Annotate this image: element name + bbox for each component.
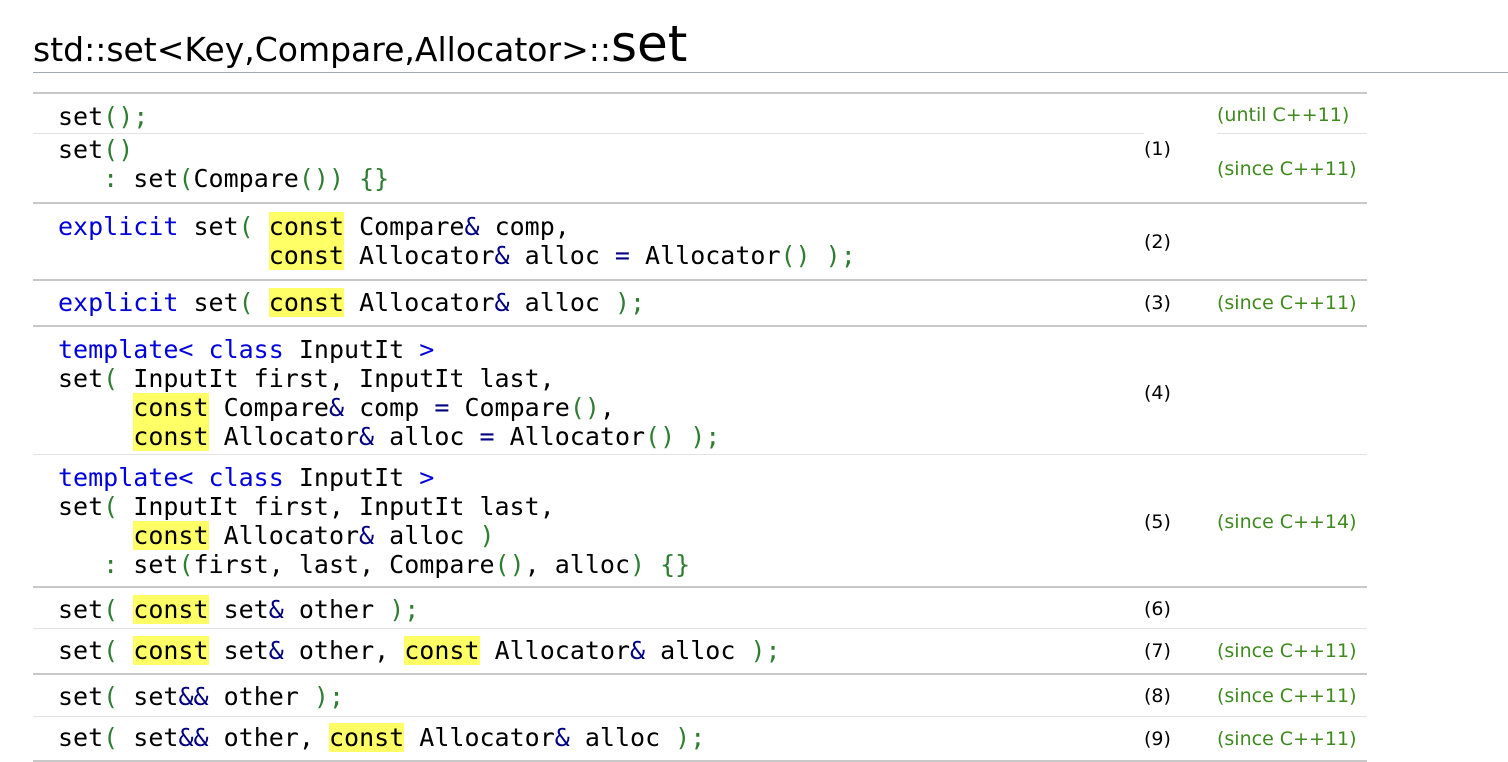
declaration-row-7: set( const set& other, const Allocator& … — [33, 629, 1367, 675]
code-6: set( const set& other ); — [58, 595, 420, 624]
declaration-row-2: explicit set( const Compare& comp, const… — [33, 204, 1367, 281]
declaration-table: set(); set() : set(Compare()) {} (1) (un… — [33, 92, 1367, 762]
overload-number: (1) — [1144, 138, 1171, 160]
overload-number: (9) — [1144, 728, 1171, 750]
version-badge: (since C++11) — [1217, 640, 1357, 662]
overload-number: (3) — [1144, 292, 1171, 314]
title-name: set — [610, 15, 688, 73]
version-badge: (until C++11) — [1217, 104, 1350, 126]
version-badge: (since C++11) — [1217, 685, 1357, 707]
declaration-row-8: set( set&& other ); (8) (since C++11) — [33, 675, 1367, 717]
code-1a: set(); — [58, 102, 149, 131]
overload-number: (6) — [1144, 598, 1171, 620]
code-7: set( const set& other, const Allocator& … — [58, 636, 781, 665]
code-2: explicit set( const Compare& comp, const… — [58, 212, 856, 270]
declaration-row-6: set( const set& other ); (6) — [33, 588, 1367, 629]
overload-number: (8) — [1144, 685, 1171, 707]
declaration-row-3: explicit set( const Allocator& alloc ); … — [33, 281, 1367, 327]
overload-number: (4) — [1144, 382, 1171, 404]
declaration-row-5: template< class InputIt > set( InputIt f… — [33, 455, 1367, 588]
page-title: std::set<Key,Compare,Allocator>::set — [33, 14, 687, 86]
row-separator — [33, 133, 1144, 134]
overload-number: (7) — [1144, 640, 1171, 662]
code-9: set( set&& other, const Allocator& alloc… — [58, 723, 706, 752]
code-3: explicit set( const Allocator& alloc ); — [58, 288, 646, 317]
declaration-row-4: template< class InputIt > set( InputIt f… — [33, 327, 1367, 455]
code-4: template< class InputIt > set( InputIt f… — [58, 335, 721, 451]
code-8: set( set&& other ); — [58, 682, 345, 711]
row-separator — [1217, 133, 1367, 134]
version-badge: (since C++11) — [1217, 728, 1357, 750]
declaration-row-9: set( set&& other, const Allocator& alloc… — [33, 717, 1367, 762]
title-prefix: std::set<Key,Compare,Allocator>:: — [33, 30, 611, 69]
version-badge: (since C++11) — [1217, 158, 1357, 180]
code-5: template< class InputIt > set( InputIt f… — [58, 463, 691, 579]
version-badge: (since C++11) — [1217, 292, 1357, 314]
code-1b: set() : set(Compare()) {} — [58, 135, 390, 193]
page-heading: std::set<Key,Compare,Allocator>::set — [33, 14, 1508, 73]
version-badge: (since C++14) — [1217, 511, 1357, 533]
declaration-row-1: set(); set() : set(Compare()) {} (1) (un… — [33, 94, 1367, 204]
overload-number: (5) — [1144, 511, 1171, 533]
overload-number: (2) — [1144, 231, 1171, 253]
